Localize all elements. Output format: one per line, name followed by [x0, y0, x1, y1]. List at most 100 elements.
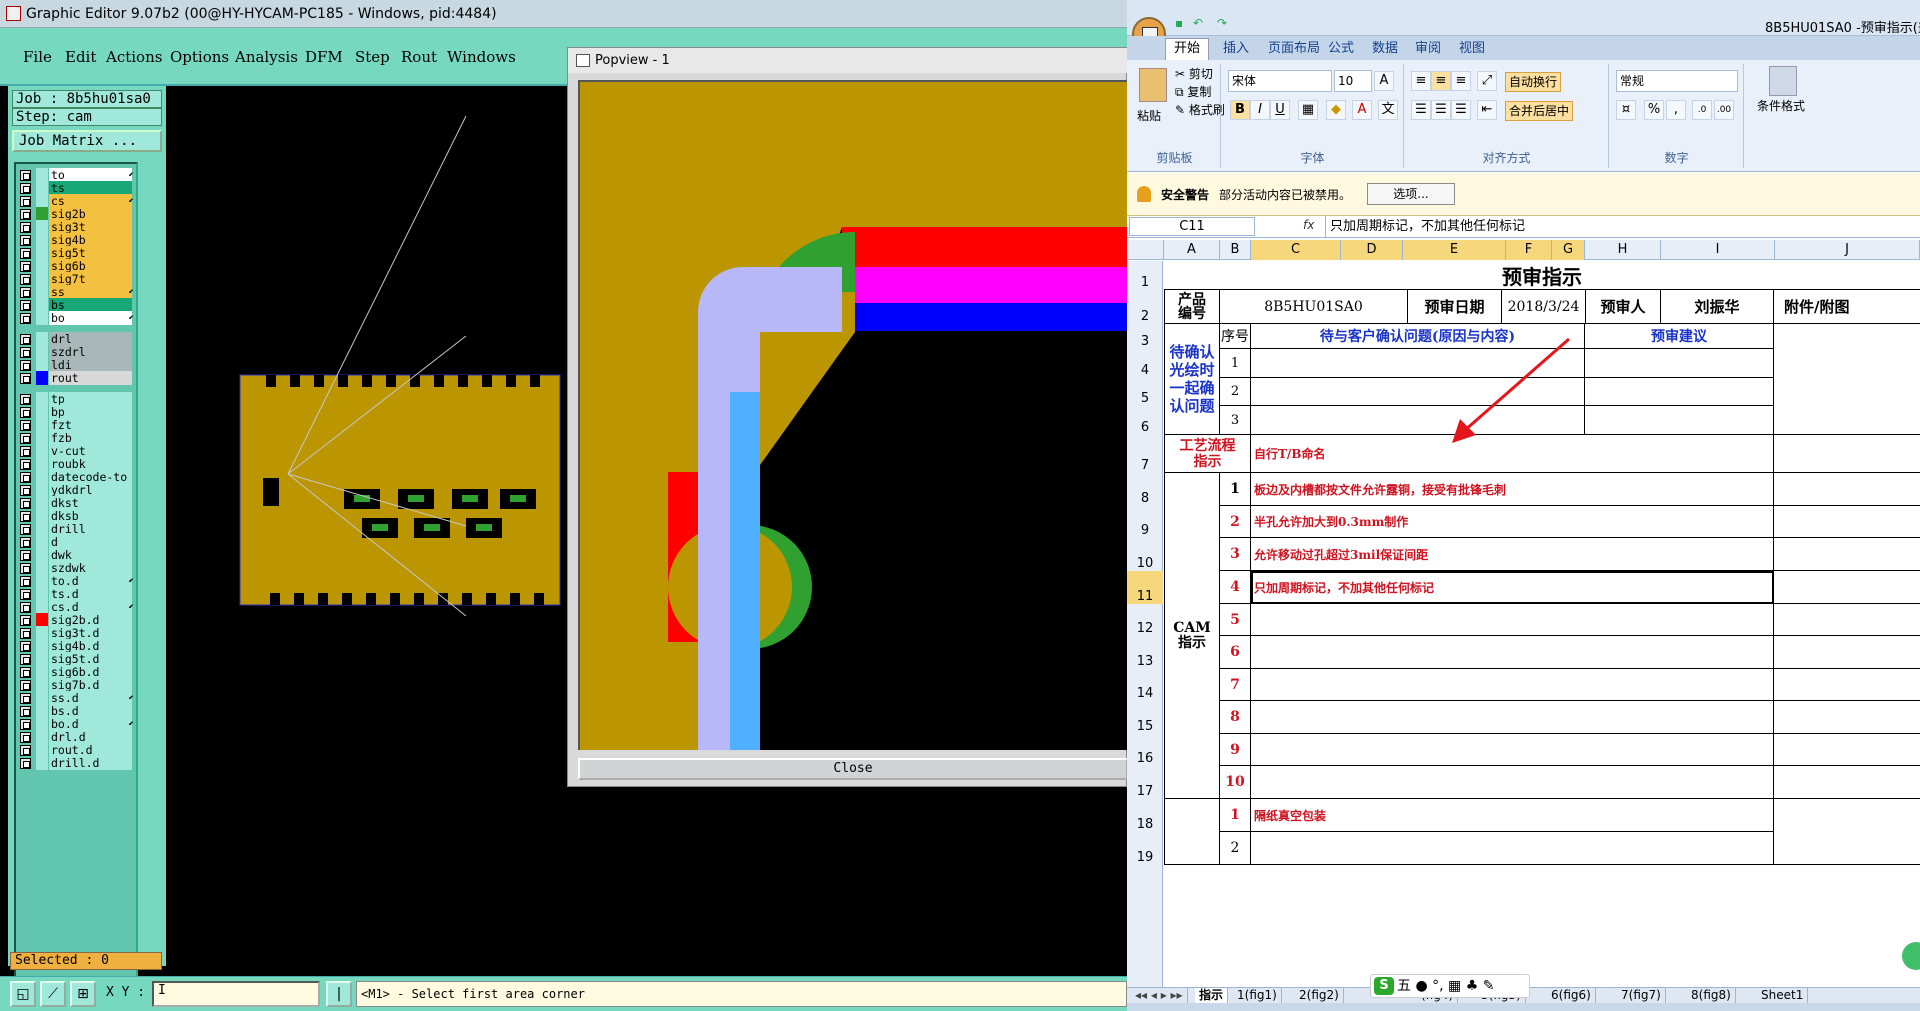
row-header[interactable]: 14: [1127, 669, 1163, 701]
layer-name[interactable]: drl: [49, 332, 132, 346]
layer-name[interactable]: sig6b.d: [49, 665, 132, 679]
layer-row[interactable]: dwk: [18, 548, 136, 562]
sheet-tab-8[interactable]: 8(fig8): [1687, 988, 1736, 1003]
phonetic-icon[interactable]: 文: [1378, 100, 1398, 120]
zoom-area-icon[interactable]: ◱: [10, 981, 36, 1007]
layer-checkbox[interactable]: [20, 693, 31, 704]
layer-row[interactable]: dkst: [18, 496, 136, 510]
row-header[interactable]: 12: [1127, 604, 1163, 636]
layer-checkbox[interactable]: [20, 287, 31, 298]
layer-name[interactable]: d: [49, 535, 132, 549]
layer-name[interactable]: szdwk: [49, 561, 132, 575]
layer-row[interactable]: cs.d ⬋: [18, 600, 136, 614]
fill-color-icon[interactable]: ◆: [1326, 100, 1346, 120]
layer-name[interactable]: ts.d: [49, 587, 132, 601]
layer-color-swatch[interactable]: [36, 332, 48, 346]
orientation-icon[interactable]: ⤢: [1477, 71, 1497, 91]
conditional-format-icon[interactable]: [1769, 66, 1797, 96]
layer-checkbox[interactable]: [20, 222, 31, 233]
layer-name[interactable]: cs.d: [49, 600, 132, 614]
layer-row[interactable]: sig7b.d: [18, 678, 136, 692]
layer-checkbox[interactable]: [20, 576, 31, 587]
menu-step[interactable]: Step: [355, 48, 390, 66]
layer-checkbox[interactable]: [20, 589, 31, 600]
row-header[interactable]: 1: [1127, 261, 1163, 290]
col-header-g[interactable]: G: [1552, 240, 1585, 260]
layer-color-swatch[interactable]: [36, 730, 48, 744]
layer-checkbox[interactable]: [20, 300, 31, 311]
layer-row[interactable]: fzb: [18, 431, 136, 445]
menu-analysis[interactable]: Analysis: [235, 48, 298, 66]
layer-row[interactable]: to.d ⬋: [18, 574, 136, 588]
cursor-icon[interactable]: |: [326, 981, 352, 1007]
cam-item[interactable]: 板边及内槽都按文件允许露铜，接受有批锋毛刺: [1251, 473, 1774, 506]
cam-item[interactable]: 半孔允许加大到0.3mm制作: [1251, 506, 1774, 538]
layer-checkbox[interactable]: [20, 550, 31, 561]
layer-row[interactable]: roubk: [18, 457, 136, 471]
layer-checkbox[interactable]: [20, 615, 31, 626]
layer-row[interactable]: datecode-to: [18, 470, 136, 484]
layer-row[interactable]: v-cut: [18, 444, 136, 458]
layer-checkbox[interactable]: [20, 261, 31, 272]
attach-cell[interactable]: [1774, 324, 1920, 435]
layer-color-swatch[interactable]: [36, 298, 48, 312]
layer-checkbox[interactable]: [20, 602, 31, 613]
tab-insert[interactable]: 插入: [1215, 40, 1257, 58]
layer-row[interactable]: dksb: [18, 509, 136, 523]
menu-actions[interactable]: Actions: [106, 48, 162, 66]
row-header[interactable]: 15: [1127, 701, 1163, 734]
font-color-icon[interactable]: A: [1352, 100, 1372, 120]
layer-row[interactable]: sig4b: [18, 233, 136, 247]
cam-attach[interactable]: [1774, 604, 1920, 636]
layer-checkbox[interactable]: [20, 334, 31, 345]
layer-row[interactable]: rout: [18, 371, 136, 385]
formula-input[interactable]: 只加周期标记，不加其他任何标记: [1325, 216, 1915, 237]
layer-checkbox[interactable]: [20, 183, 31, 194]
cam-attach[interactable]: [1774, 571, 1920, 604]
pack-item-1[interactable]: 隔纸真空包装: [1251, 799, 1774, 832]
layer-color-swatch[interactable]: [36, 639, 48, 653]
row-header[interactable]: 10: [1127, 538, 1163, 571]
layer-name[interactable]: sig5t.d: [49, 652, 132, 666]
menu-windows[interactable]: Windows: [447, 48, 516, 66]
col-header-f[interactable]: F: [1506, 240, 1552, 260]
bold-icon[interactable]: B: [1230, 100, 1250, 120]
layer-row[interactable]: sig2b: [18, 207, 136, 221]
layer-row[interactable]: ydkdrl: [18, 483, 136, 497]
layer-color-swatch[interactable]: [36, 561, 48, 575]
sheet-tab-6[interactable]: 6(fig6): [1547, 988, 1596, 1003]
menu-file[interactable]: File: [23, 48, 52, 66]
layer-color-swatch[interactable]: [36, 704, 48, 718]
merge-center-button[interactable]: 合并后居中: [1505, 101, 1574, 121]
layer-name[interactable]: bp: [49, 405, 132, 419]
layer-color-swatch[interactable]: [36, 168, 48, 182]
row-header[interactable]: 19: [1127, 832, 1163, 865]
layer-row[interactable]: sig3t: [18, 220, 136, 234]
layer-color-swatch[interactable]: [36, 483, 48, 497]
layer-color-swatch[interactable]: [36, 457, 48, 471]
layer-checkbox[interactable]: [20, 433, 31, 444]
row-header[interactable]: 13: [1127, 636, 1163, 669]
layer-name[interactable]: ss.d: [49, 691, 132, 705]
row-header[interactable]: 3: [1127, 324, 1163, 349]
layer-name[interactable]: rout: [49, 371, 132, 385]
percent-icon[interactable]: %: [1644, 100, 1664, 120]
italic-icon[interactable]: I: [1250, 100, 1270, 120]
sheet-tab-1[interactable]: 1(fig1): [1233, 988, 1282, 1003]
layer-checkbox[interactable]: [20, 732, 31, 743]
layer-name[interactable]: sig7t: [49, 272, 132, 286]
layer-color-swatch[interactable]: [36, 181, 48, 195]
layer-checkbox[interactable]: [20, 719, 31, 730]
layer-name[interactable]: dksb: [49, 509, 132, 523]
undo-icon[interactable]: ↶: [1193, 16, 1208, 30]
decrease-decimal-icon[interactable]: .00: [1714, 100, 1734, 120]
row-header[interactable]: 7: [1127, 435, 1163, 473]
layer-row[interactable]: ss.d ⬋: [18, 691, 136, 705]
layer-row[interactable]: drl: [18, 332, 136, 346]
tab-page-layout[interactable]: 页面布局: [1260, 40, 1328, 58]
paste-icon[interactable]: [1139, 68, 1167, 102]
border-icon[interactable]: ▦: [1298, 100, 1318, 120]
layer-checkbox[interactable]: [20, 758, 31, 769]
decrease-indent-icon[interactable]: ⇤: [1477, 100, 1497, 120]
cam-attach[interactable]: [1774, 701, 1920, 734]
